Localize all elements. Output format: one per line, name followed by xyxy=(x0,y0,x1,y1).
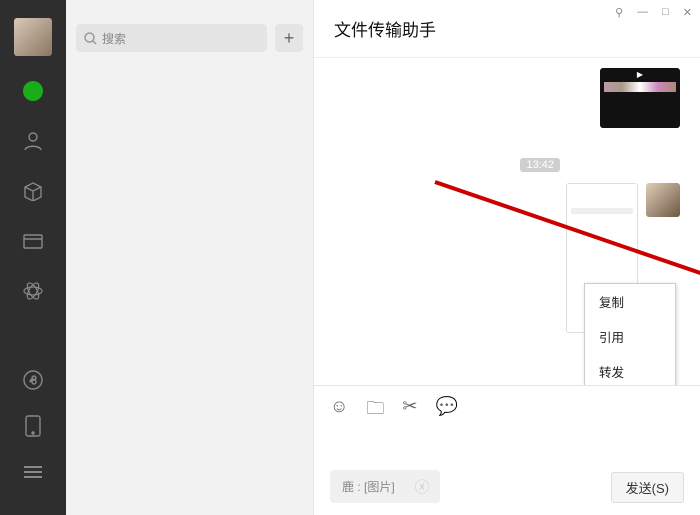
chat-icon[interactable] xyxy=(20,78,46,104)
search-input[interactable]: 搜索 xyxy=(76,24,267,52)
maximize-button[interactable]: □ xyxy=(662,6,669,19)
pin-icon[interactable]: ⚲ xyxy=(615,6,623,19)
close-button[interactable]: ✕ xyxy=(683,6,692,19)
folder-icon[interactable] xyxy=(20,228,46,254)
nav-sidebar xyxy=(0,0,66,515)
context-menu-copy[interactable]: 复制 xyxy=(585,284,675,319)
timestamp: 13:42 xyxy=(520,158,560,172)
chat-body: 13:42 复制 引用 转发 收藏 编辑 多选 另存为... 删除 xyxy=(314,58,700,385)
box-icon[interactable] xyxy=(20,178,46,204)
contacts-icon[interactable] xyxy=(20,128,46,154)
phone-icon[interactable] xyxy=(20,413,46,439)
add-button[interactable]: + xyxy=(275,24,303,52)
atom-icon[interactable] xyxy=(20,278,46,304)
context-menu: 复制 引用 转发 收藏 编辑 多选 另存为... 删除 xyxy=(584,283,676,385)
search-placeholder: 搜索 xyxy=(102,30,126,47)
conversation-list-panel: 搜索 + xyxy=(66,0,314,515)
input-bar: ☺ 🗀 ✂ 💬 鹿 : [图片] ⓧ 发送(S) xyxy=(314,385,700,515)
send-button[interactable]: 发送(S) xyxy=(611,472,684,503)
file-icon[interactable]: 🗀 xyxy=(366,396,384,426)
sender-avatar[interactable] xyxy=(646,183,680,217)
quote-pill: 鹿 : [图片] ⓧ xyxy=(330,470,440,503)
titlebar: 文件传输助手 ⚲ — □ ✕ xyxy=(314,0,700,58)
scissors-icon[interactable]: ✂ xyxy=(402,396,417,426)
context-menu-quote[interactable]: 引用 xyxy=(585,319,675,354)
menu-icon[interactable] xyxy=(20,459,46,485)
context-menu-forward[interactable]: 转发 xyxy=(585,354,675,385)
message-image-1[interactable] xyxy=(600,68,680,128)
emoji-icon[interactable]: ☺ xyxy=(330,396,348,426)
chat-panel: 文件传输助手 ⚲ — □ ✕ 13:42 复制 引用 转发 收藏 编辑 xyxy=(314,0,700,515)
miniprogram-icon[interactable] xyxy=(20,367,46,393)
quote-close-icon[interactable]: ⓧ xyxy=(415,476,430,497)
minimize-button[interactable]: — xyxy=(637,6,648,19)
avatar[interactable] xyxy=(14,18,52,56)
quote-text: 鹿 : [图片] xyxy=(342,478,395,495)
chat-title: 文件传输助手 xyxy=(334,16,436,41)
history-icon[interactable]: 💬 xyxy=(435,396,457,426)
